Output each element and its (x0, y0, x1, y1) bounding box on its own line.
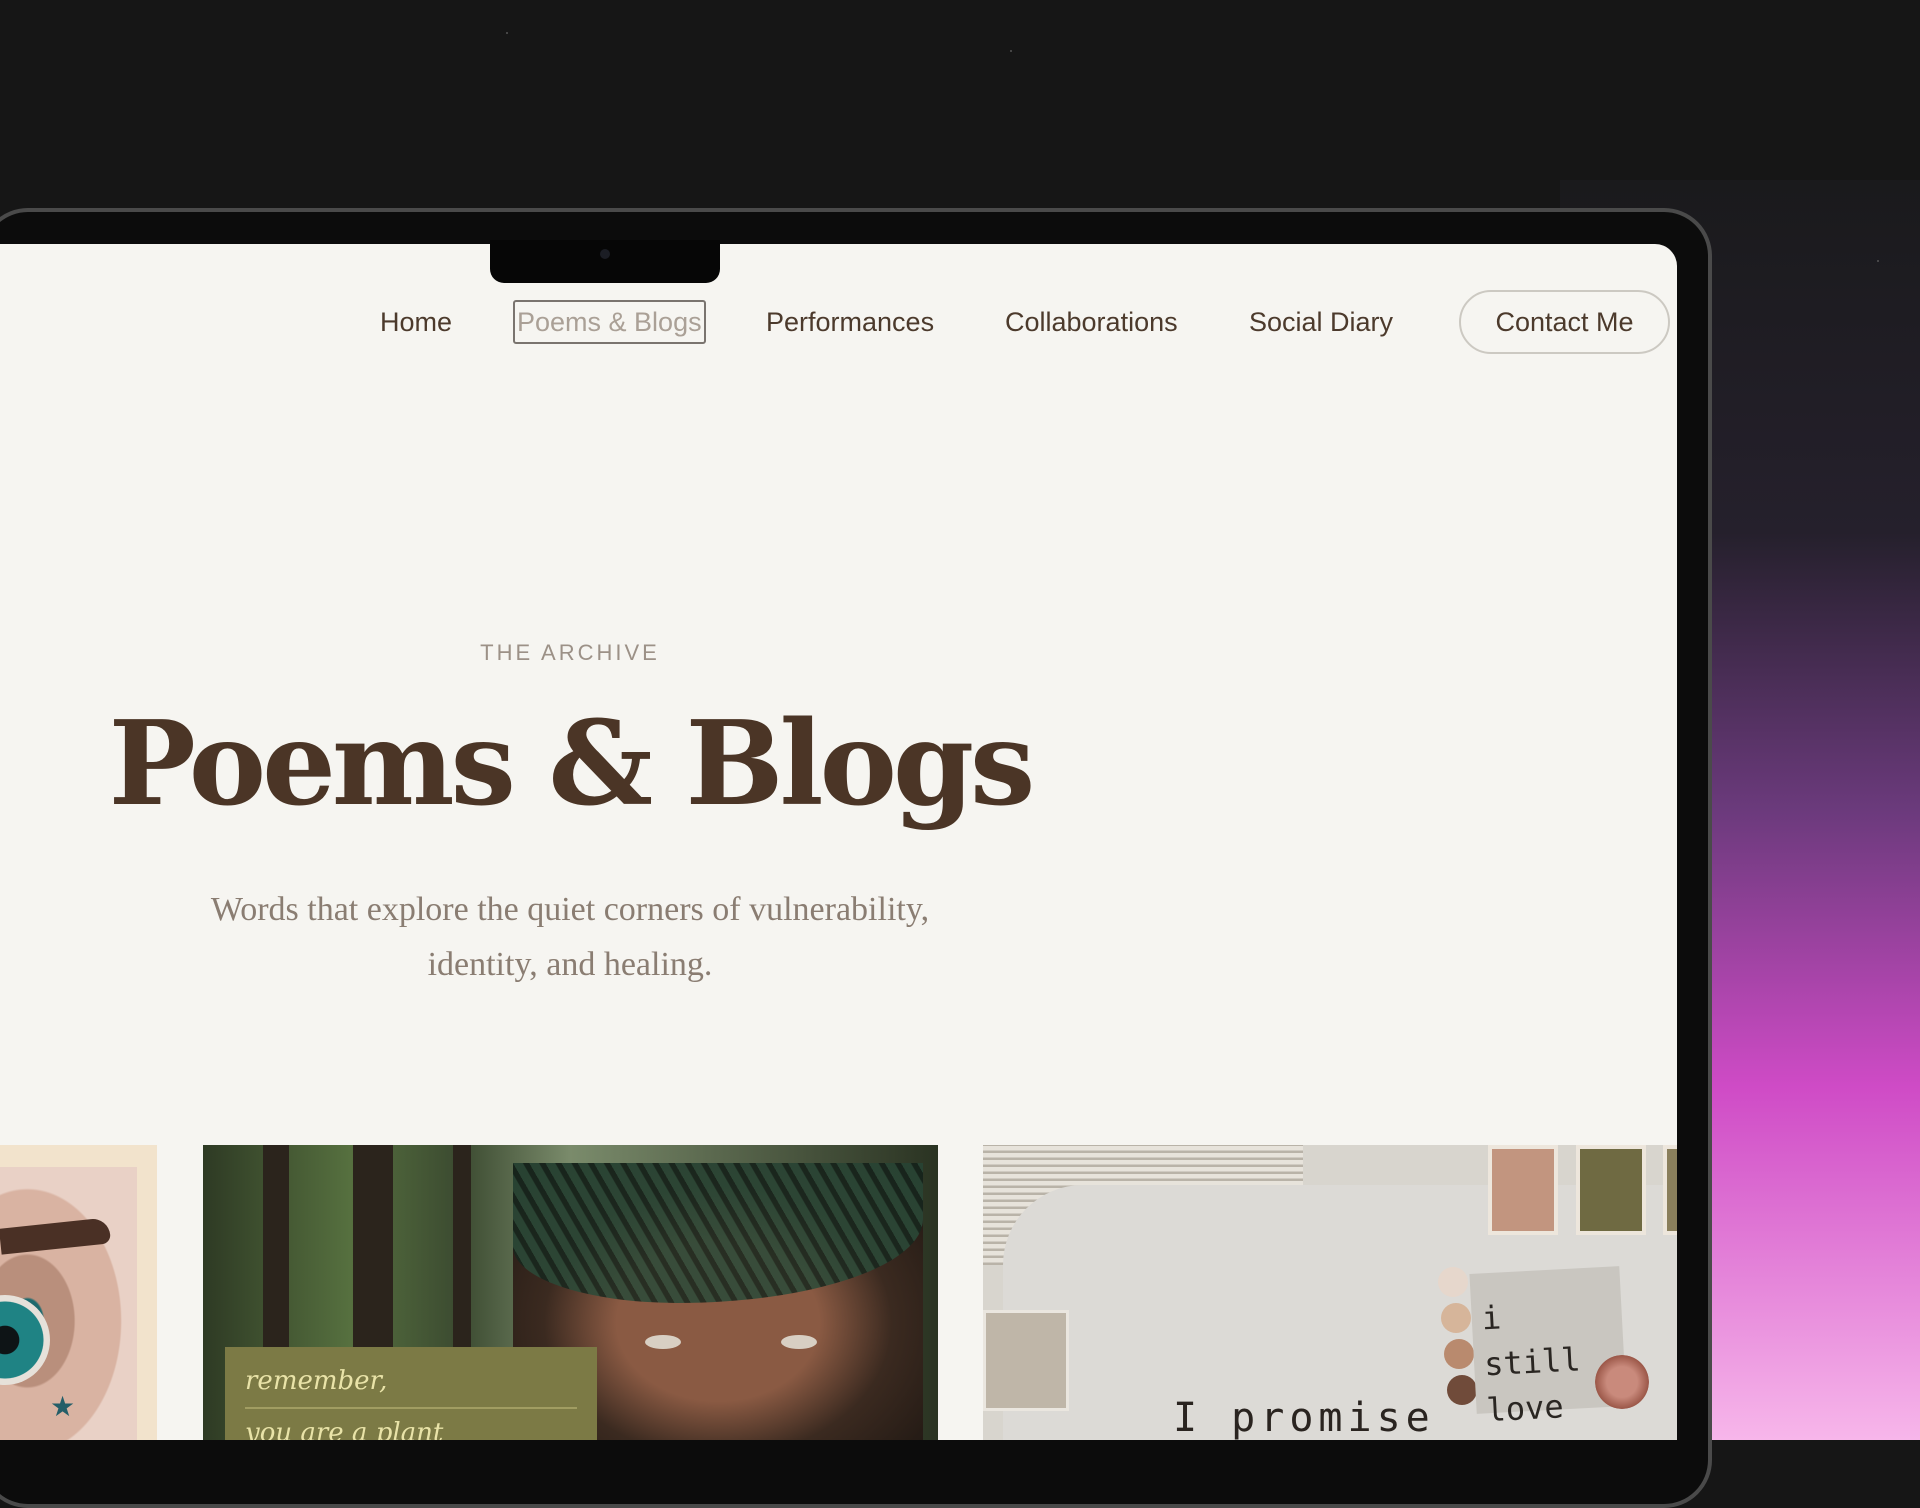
color-swatch (1663, 1145, 1677, 1235)
nav-performances[interactable]: Performances (766, 302, 934, 342)
portrait-eye (781, 1335, 817, 1349)
background-star (1877, 260, 1879, 262)
subtitle-line-2: identity, and healing. (427, 946, 713, 983)
page-title: Poems & Blogs (108, 696, 1036, 832)
palette-dot (1444, 1339, 1474, 1369)
portrait-eye (645, 1335, 681, 1349)
note-line-1: remember, (245, 1366, 388, 1396)
page-subtitle: Words that explore the quiet corners of … (150, 882, 990, 992)
poem-card-eye[interactable]: ★ (0, 1145, 157, 1440)
note-line-2: you are a plant (245, 1418, 444, 1440)
browser-viewport: Home Poems & Blogs Performances Collabor… (0, 244, 1677, 1440)
nav-collaborations[interactable]: Collaborations (1005, 302, 1178, 342)
star-icon: ★ (50, 1391, 76, 1422)
background-star (1010, 50, 1012, 52)
subtitle-line-1: Words that explore the quiet corners of … (210, 891, 930, 928)
nav-home[interactable]: Home (380, 302, 452, 342)
main-navigation: Home Poems & Blogs Performances Collabor… (0, 290, 1677, 356)
color-swatch (1488, 1145, 1558, 1235)
nav-poems-blogs[interactable]: Poems & Blogs (513, 300, 706, 344)
handwritten-note: remember, you are a plant (225, 1347, 597, 1440)
rose-image (1595, 1355, 1649, 1409)
color-swatch (1576, 1145, 1646, 1235)
contact-me-button[interactable]: Contact Me (1459, 290, 1670, 354)
camera-icon (600, 249, 610, 259)
palette-dot (1441, 1303, 1471, 1333)
palette-dot (1438, 1267, 1468, 1297)
collage-caption: I promise (1173, 1395, 1435, 1440)
poem-card-fern[interactable]: remember, you are a plant (203, 1145, 938, 1440)
tag-line-1: i still (1480, 1298, 1582, 1384)
poem-card-collage[interactable]: i still love you I promise (983, 1145, 1677, 1440)
camera-notch (490, 240, 720, 283)
background-star (506, 32, 508, 34)
bunny-thumbnail (983, 1310, 1069, 1411)
nav-social-diary[interactable]: Social Diary (1249, 302, 1393, 342)
palette-dot (1447, 1375, 1477, 1405)
section-eyebrow: THE ARCHIVE (480, 640, 660, 665)
